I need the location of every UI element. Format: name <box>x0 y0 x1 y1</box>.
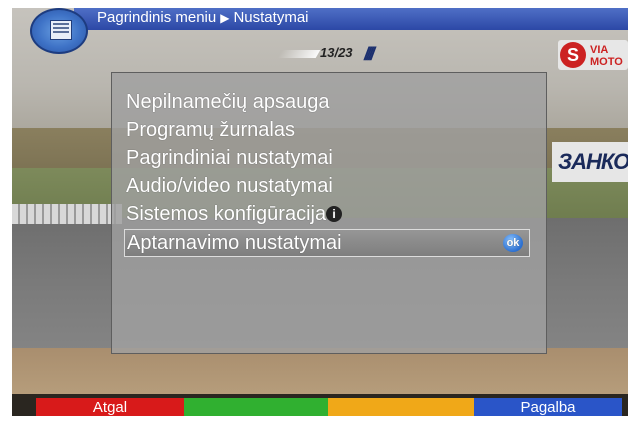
lap-counter-value: 13/23 <box>320 45 353 60</box>
counter-slashes-icon: //// <box>364 44 375 64</box>
tv-screen: ЗАНКОС S VIA MOTO 13/23 //// Pagrindinis… <box>12 8 628 416</box>
info-icon: i <box>326 206 343 222</box>
counter-swoosh <box>277 50 321 58</box>
menu-item-label: Aptarnavimo nustatymai <box>127 232 342 254</box>
yellow-key[interactable] <box>328 398 474 416</box>
menu-list-icon <box>30 8 88 54</box>
sponsor-s-icon: S <box>560 42 586 68</box>
breadcrumb: Pagrindinis meniu ▶ Nustatymai <box>97 8 309 28</box>
menu-item-program-log[interactable]: Programų žurnalas <box>126 117 295 143</box>
background-billboard: ЗАНКОС <box>552 142 628 182</box>
blue-key-help[interactable]: Pagalba <box>474 398 622 416</box>
menu-item-main-settings[interactable]: Pagrindiniai nustatymai <box>126 145 333 171</box>
background-gravel <box>12 348 628 398</box>
breadcrumb-current: Nustatymai <box>233 9 309 26</box>
menu-item-service-settings[interactable]: Aptarnavimo nustatymai ok <box>124 229 530 257</box>
menu-item-system-config[interactable]: Sistemos konfigūracija i <box>126 201 343 227</box>
menu-item-label: Sistemos konfigūracija <box>126 203 327 225</box>
red-key-back[interactable]: Atgal <box>36 398 184 416</box>
green-key[interactable] <box>184 398 328 416</box>
triangle-right-icon: ▶ <box>220 11 230 25</box>
sponsor-logo: S VIA MOTO <box>558 40 628 70</box>
menu-item-parental-control[interactable]: Nepilnamečių apsauga <box>126 89 329 115</box>
breadcrumb-root: Pagrindinis meniu <box>97 9 217 26</box>
sponsor-text: VIA MOTO <box>590 44 623 68</box>
background-barrier <box>12 204 122 224</box>
settings-menu-panel: Nepilnamečių apsauga Programų žurnalas P… <box>111 72 547 354</box>
ok-button-icon: ok <box>503 234 523 252</box>
lap-counter: 13/23 //// <box>277 42 408 66</box>
menu-item-audio-video-settings[interactable]: Audio/video nustatymai <box>126 173 333 199</box>
